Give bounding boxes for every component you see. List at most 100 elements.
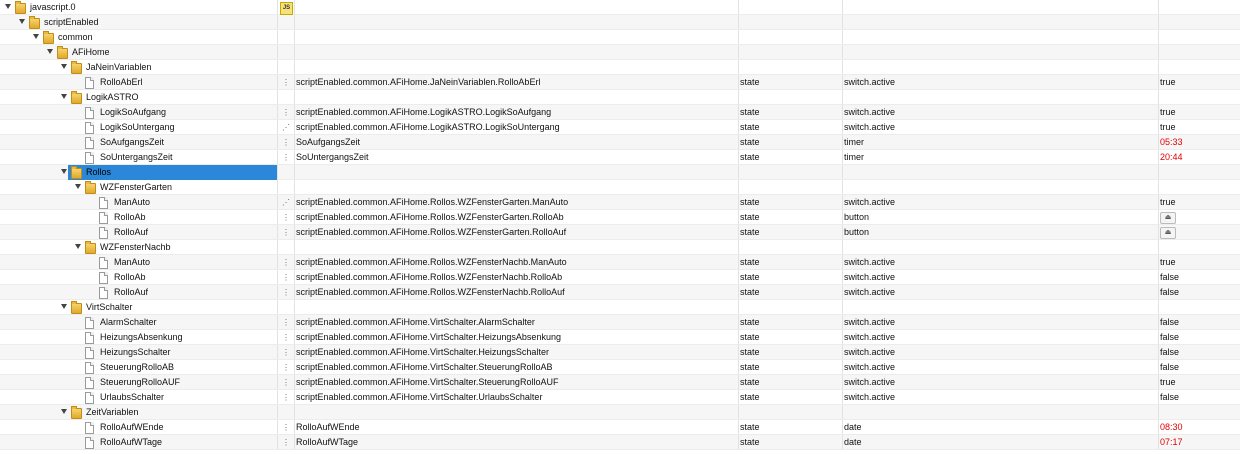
tree-state-row[interactable]: SoUntergangsZeit ⋮ SoUntergangsZeit state ti… — [0, 150, 1240, 165]
tree-state-row[interactable]: ManAuto ⋮ scriptEnabled.common.AFiHome.Rol… — [0, 255, 1240, 270]
object-value[interactable]: false — [1160, 315, 1238, 330]
name-cell[interactable]: ManAuto — [0, 255, 277, 270]
object-value[interactable]: false — [1160, 270, 1238, 285]
tree-folder-row[interactable]: scriptEnabled — [0, 15, 1240, 30]
tree-folder-row[interactable]: JaNeinVariablen — [0, 60, 1240, 75]
name-cell[interactable]: SteuerungRolloAB — [0, 360, 277, 375]
edit-handle-icon[interactable]: ⋮ — [279, 135, 293, 150]
tree-folder-row[interactable]: WZFensterGarten — [0, 180, 1240, 195]
edit-handle-icon[interactable]: ⋮ — [279, 330, 293, 345]
name-cell[interactable]: SteuerungRolloAUF — [0, 375, 277, 390]
tree-state-row[interactable]: RolloAb ⋮ scriptEnabled.common.AFiHome.Rol… — [0, 210, 1240, 225]
tree-folder-row[interactable]: AFiHome — [0, 45, 1240, 60]
tree-state-row[interactable]: RolloAufWTage ⋮ RolloAufWTage state date 07:1… — [0, 435, 1240, 450]
tree-state-row[interactable]: LogikSoUntergang ⋰ scriptEnabled.common.AF… — [0, 120, 1240, 135]
tree-state-row[interactable]: LogikSoAufgang ⋮ scriptEnabled.common.AFiH… — [0, 105, 1240, 120]
tree-folder-row[interactable]: ZeitVariablen — [0, 405, 1240, 420]
name-cell[interactable]: ManAuto — [0, 195, 277, 210]
name-cell[interactable]: Rollos — [61, 165, 277, 180]
edit-handle-icon[interactable]: ⋮ — [279, 420, 293, 435]
edit-handle-icon[interactable]: ⋮ — [279, 105, 293, 120]
tree-state-row[interactable]: HeizungsSchalter ⋮ scriptEnabled.common.AF… — [0, 345, 1240, 360]
edit-handle-icon[interactable]: ⋮ — [279, 225, 293, 240]
tree-state-row[interactable]: RolloAufWEnde ⋮ RolloAufWEnde state date 08:3… — [0, 420, 1240, 435]
name-cell[interactable]: scriptEnabled — [0, 15, 277, 30]
collapse-toggle-icon[interactable] — [61, 64, 67, 69]
object-value[interactable]: true — [1160, 120, 1238, 135]
object-value[interactable]: 08:30 — [1160, 420, 1238, 435]
object-value[interactable]: true — [1160, 75, 1238, 90]
object-value[interactable]: false — [1160, 330, 1238, 345]
collapse-toggle-icon[interactable] — [19, 19, 25, 24]
name-cell[interactable]: WZFensterNachb — [0, 240, 277, 255]
edit-handle-icon[interactable]: ⋮ — [279, 315, 293, 330]
name-cell[interactable]: ZeitVariablen — [0, 405, 277, 420]
tree-folder-row[interactable]: javascript.0 JS — [0, 0, 1240, 15]
collapse-toggle-icon[interactable] — [33, 34, 39, 39]
edit-handle-icon[interactable]: ⋮ — [279, 375, 293, 390]
object-value[interactable]: 05:33 — [1160, 135, 1238, 150]
object-value[interactable]: false — [1160, 360, 1238, 375]
edit-handle-icon[interactable]: ⋮ — [279, 285, 293, 300]
collapse-toggle-icon[interactable] — [75, 244, 81, 249]
name-cell[interactable]: AlarmSchalter — [0, 315, 277, 330]
object-value[interactable]: true — [1160, 105, 1238, 120]
tree-folder-row[interactable]: Rollos — [0, 165, 1240, 180]
object-value[interactable]: false — [1160, 390, 1238, 405]
trigger-button[interactable]: ⏏ — [1160, 227, 1176, 239]
edit-handle-icon[interactable]: ⋮ — [279, 150, 293, 165]
name-cell[interactable]: WZFensterGarten — [0, 180, 277, 195]
name-cell[interactable]: UrlaubsSchalter — [0, 390, 277, 405]
object-value[interactable]: false — [1160, 345, 1238, 360]
edit-handle-icon[interactable]: ⋮ — [279, 75, 293, 90]
tree-folder-row[interactable]: common — [0, 30, 1240, 45]
object-value[interactable]: true — [1160, 375, 1238, 390]
name-cell[interactable]: RolloAuf — [0, 225, 277, 240]
edit-handle-icon[interactable]: ⋮ — [279, 270, 293, 285]
tree-folder-row[interactable]: VirtSchalter — [0, 300, 1240, 315]
name-cell[interactable]: RolloAbErl — [0, 75, 277, 90]
name-cell[interactable]: VirtSchalter — [0, 300, 277, 315]
collapse-toggle-icon[interactable] — [5, 4, 11, 9]
tree-state-row[interactable]: RolloAb ⋮ scriptEnabled.common.AFiHome.Rol… — [0, 270, 1240, 285]
edit-handle-icon[interactable]: ⋰ — [279, 120, 293, 135]
tree-state-row[interactable]: HeizungsAbsenkung ⋮ scriptEnabled.common.A… — [0, 330, 1240, 345]
edit-handle-icon[interactable]: ⋮ — [279, 435, 293, 450]
tree-state-row[interactable]: AlarmSchalter ⋮ scriptEnabled.common.AFiHo… — [0, 315, 1240, 330]
collapse-toggle-icon[interactable] — [61, 94, 67, 99]
object-value[interactable]: 07:17 — [1160, 435, 1238, 450]
edit-handle-icon[interactable]: ⋮ — [279, 255, 293, 270]
tree-state-row[interactable]: RolloAuf ⋮ scriptEnabled.common.AFiHome.Ro… — [0, 225, 1240, 240]
name-cell[interactable]: JaNeinVariablen — [0, 60, 277, 75]
tree-folder-row[interactable]: LogikASTRO — [0, 90, 1240, 105]
name-cell[interactable]: HeizungsAbsenkung — [0, 330, 277, 345]
name-cell[interactable]: SoUntergangsZeit — [0, 150, 277, 165]
name-cell[interactable]: RolloAb — [0, 270, 277, 285]
collapse-toggle-icon[interactable] — [61, 304, 67, 309]
tree-state-row[interactable]: RolloAbErl ⋮ scriptEnabled.common.AFiHome.… — [0, 75, 1240, 90]
edit-handle-icon[interactable]: ⋮ — [279, 210, 293, 225]
name-cell[interactable]: LogikSoAufgang — [0, 105, 277, 120]
edit-handle-icon[interactable]: ⋰ — [279, 195, 293, 210]
name-cell[interactable]: javascript.0 — [0, 0, 277, 15]
collapse-toggle-icon[interactable] — [61, 169, 67, 174]
name-cell[interactable]: LogikASTRO — [0, 90, 277, 105]
tree-state-row[interactable]: SteuerungRolloAB ⋮ scriptEnabled.common.AF… — [0, 360, 1240, 375]
name-cell[interactable]: RolloAufWTage — [0, 435, 277, 450]
name-cell[interactable]: LogikSoUntergang — [0, 120, 277, 135]
name-cell[interactable]: SoAufgangsZeit — [0, 135, 277, 150]
object-value[interactable]: true — [1160, 255, 1238, 270]
edit-handle-icon[interactable]: ⋮ — [279, 390, 293, 405]
trigger-button[interactable]: ⏏ — [1160, 212, 1176, 224]
tree-folder-row[interactable]: WZFensterNachb — [0, 240, 1240, 255]
name-cell[interactable]: RolloAb — [0, 210, 277, 225]
object-value[interactable]: false — [1160, 285, 1238, 300]
tree-state-row[interactable]: SoAufgangsZeit ⋮ SoAufgangsZeit state timer 0… — [0, 135, 1240, 150]
collapse-toggle-icon[interactable] — [75, 184, 81, 189]
edit-handle-icon[interactable]: ⋮ — [279, 360, 293, 375]
name-cell[interactable]: RolloAuf — [0, 285, 277, 300]
tree-state-row[interactable]: UrlaubsSchalter ⋮ scriptEnabled.common.AFi… — [0, 390, 1240, 405]
edit-handle-icon[interactable]: ⋮ — [279, 345, 293, 360]
object-value[interactable]: true — [1160, 195, 1238, 210]
tree-state-row[interactable]: RolloAuf ⋮ scriptEnabled.common.AFiHome.Ro… — [0, 285, 1240, 300]
